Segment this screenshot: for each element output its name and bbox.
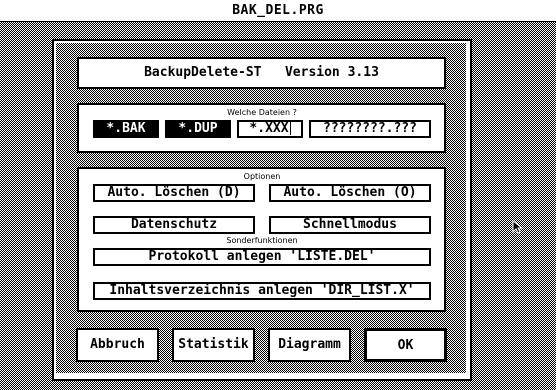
file-option-bak[interactable]: *.BAK — [93, 120, 159, 138]
auto-delete-d-button[interactable]: Auto. Löschen (D) — [93, 184, 255, 202]
app-version-title: BackupDelete-ST Version 3.13 — [144, 65, 379, 80]
mouse-pointer-icon — [512, 220, 524, 234]
statistik-button[interactable]: Statistik — [172, 328, 255, 362]
file-option-wildcard[interactable]: ????????.??? — [309, 120, 431, 138]
special-section-label: Sonderfunktionen — [207, 236, 317, 246]
file-option-xxx[interactable]: *.XXX — [237, 120, 303, 138]
inhaltsverzeichnis-button[interactable]: Inhaltsverzeichnis anlegen 'DIR_LIST.X' — [93, 282, 431, 300]
ok-button[interactable]: OK — [364, 328, 447, 362]
datenschutz-button[interactable]: Datenschutz — [93, 216, 255, 234]
files-section-label: Welche Dateien ? — [207, 108, 317, 118]
options-section-label: Optionen — [232, 172, 292, 182]
file-option-xxx-text: *.XXX — [249, 121, 289, 136]
protokoll-button[interactable]: Protokoll anlegen 'LISTE.DEL' — [93, 248, 431, 266]
auto-delete-o-button[interactable]: Auto. Löschen (O) — [269, 184, 431, 202]
text-cursor — [289, 122, 291, 135]
schnellmodus-button[interactable]: Schnellmodus — [269, 216, 431, 234]
abbruch-button[interactable]: Abbruch — [76, 328, 159, 362]
window-title: BAK_DEL.PRG — [232, 3, 324, 18]
diagramm-button[interactable]: Diagramm — [268, 328, 351, 362]
header-panel: BackupDelete-ST Version 3.13 — [77, 57, 446, 89]
window-title-bar[interactable]: BAK_DEL.PRG — [0, 0, 556, 22]
file-option-dup[interactable]: *.DUP — [165, 120, 231, 138]
